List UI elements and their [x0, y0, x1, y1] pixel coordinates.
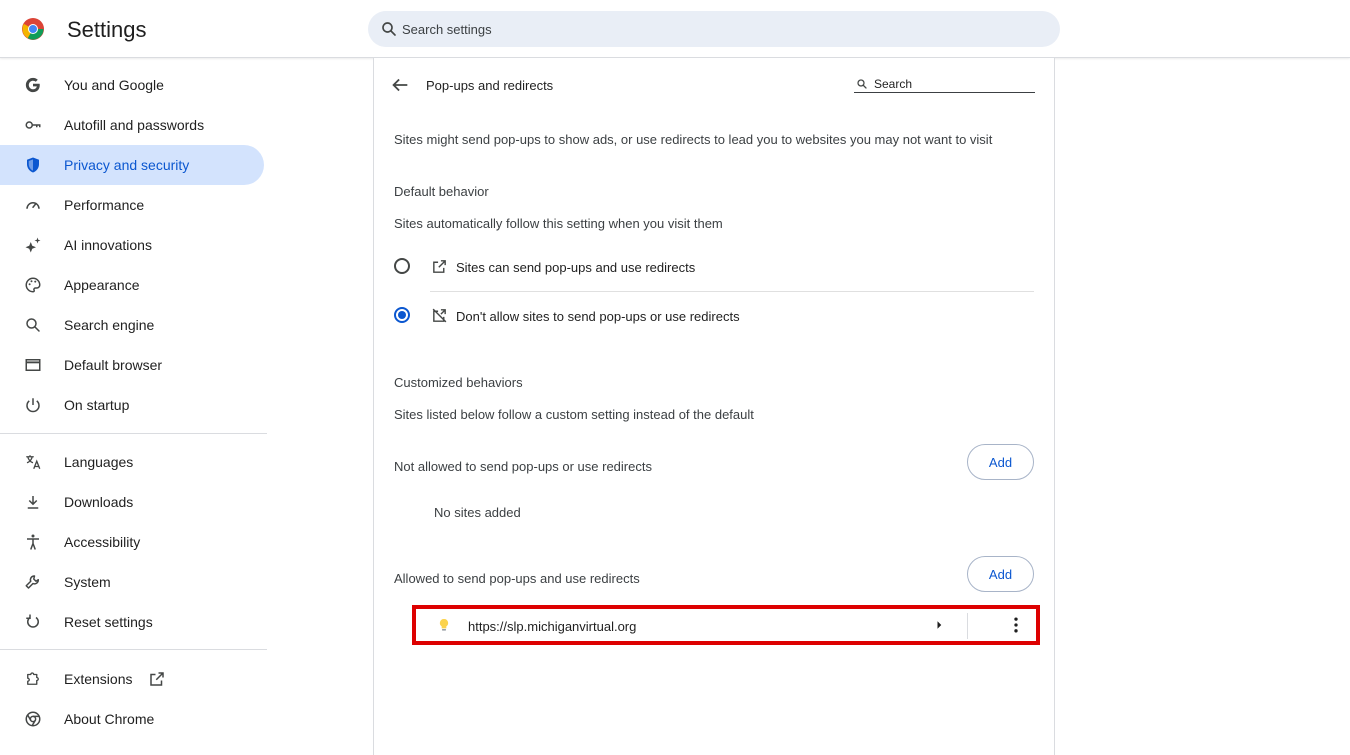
allowed-label: Allowed to send pop-ups and use redirect…: [394, 571, 640, 586]
sidebar-item-label: Languages: [64, 454, 134, 470]
no-sites-note: No sites added: [434, 505, 521, 520]
shield-icon: [27, 157, 39, 173]
sidebar-item-label: On startup: [64, 397, 130, 413]
sidebar: You and Google Autofill and passwords Pr…: [0, 58, 268, 755]
sidebar-item-label: Autofill and passwords: [64, 117, 205, 133]
radio-button[interactable]: [394, 258, 410, 274]
sidebar-item-label: Search engine: [64, 317, 155, 333]
sidebar-item-ai-innovations[interactable]: AI innovations: [0, 225, 264, 265]
sidebar-item-label: Extensions: [64, 671, 133, 687]
add-blocked-site-button[interactable]: Add: [967, 444, 1034, 480]
blocked-popup-icon: [432, 308, 447, 323]
chrome-logo-icon: [22, 18, 44, 40]
speedometer-icon: [26, 202, 40, 209]
browser-window-icon: [25, 359, 41, 371]
open-in-new-icon: [150, 672, 164, 686]
google-g-icon: [25, 77, 40, 93]
sidebar-item-on-startup[interactable]: On startup: [0, 385, 264, 425]
sidebar-item-label: Appearance: [64, 277, 140, 293]
row-separator: [430, 291, 1034, 292]
power-icon: [26, 398, 40, 413]
puzzle-icon: [27, 672, 39, 685]
allowed-site-row[interactable]: https://slp.michiganvirtual.org: [412, 605, 1040, 645]
default-behavior-heading: Default behavior: [394, 184, 489, 199]
chrome-outline-icon: [25, 711, 41, 727]
sidebar-item-label: Default browser: [64, 357, 163, 373]
radio-block-popups[interactable]: Don't allow sites to send pop-ups or use…: [394, 296, 1034, 336]
sidebar-item-label: System: [64, 574, 111, 590]
palette-icon: [25, 277, 41, 293]
sidebar-item-search-engine[interactable]: Search engine: [0, 305, 264, 345]
sidebar-item-reset-settings[interactable]: Reset settings: [0, 602, 264, 642]
customized-behaviors-heading: Customized behaviors: [394, 375, 523, 390]
sidebar-item-autofill[interactable]: Autofill and passwords: [0, 105, 264, 145]
open-in-new-icon: [433, 260, 446, 273]
sidebar-item-label: About Chrome: [64, 711, 155, 727]
sidebar-item-label: Privacy and security: [64, 157, 190, 173]
popups-settings-card: Pop-ups and redirects Sites might send p…: [373, 58, 1055, 755]
sidebar-item-label: Downloads: [64, 494, 134, 510]
sparkle-icon: [25, 237, 41, 253]
radio-button-checked[interactable]: [394, 307, 410, 323]
settings-search-input[interactable]: [402, 11, 1042, 47]
reset-icon: [26, 614, 39, 628]
default-behavior-subtext: Sites automatically follow this setting …: [394, 216, 723, 231]
back-arrow-icon[interactable]: [389, 74, 411, 96]
page-description: Sites might send pop-ups to show ads, or…: [394, 132, 993, 147]
search-icon: [26, 318, 40, 332]
sidebar-item-downloads[interactable]: Downloads: [0, 482, 264, 522]
search-icon: [857, 79, 867, 89]
sidebar-item-label: Reset settings: [64, 614, 153, 630]
sidebar-item-system[interactable]: System: [0, 562, 264, 602]
wrench-icon: [25, 575, 39, 589]
sidebar-item-extensions[interactable]: Extensions: [0, 659, 264, 699]
sidebar-item-appearance[interactable]: Appearance: [0, 265, 264, 305]
search-icon: [382, 22, 396, 36]
key-icon: [25, 121, 41, 129]
more-vert-icon[interactable]: [1006, 615, 1026, 635]
settings-search-box[interactable]: [368, 11, 1060, 47]
radio-allow-popups[interactable]: Sites can send pop-ups and use redirects: [394, 247, 1034, 287]
sidebar-divider: [0, 649, 267, 650]
sidebar-item-accessibility[interactable]: Accessibility: [0, 522, 264, 562]
subpage-search-input[interactable]: [874, 76, 1032, 91]
customized-behaviors-subtext: Sites listed below follow a custom setti…: [394, 407, 754, 422]
translate-icon: [26, 455, 41, 470]
site-url: https://slp.michiganvirtual.org: [468, 619, 637, 634]
sidebar-item-label: AI innovations: [64, 237, 152, 253]
row-vertical-separator: [967, 613, 968, 639]
accessibility-icon: [27, 534, 39, 550]
sidebar-divider: [0, 433, 267, 434]
sidebar-item-label: Accessibility: [64, 534, 141, 550]
sidebar-item-privacy-and-security[interactable]: Privacy and security: [0, 145, 264, 185]
sidebar-item-performance[interactable]: Performance: [0, 185, 264, 225]
sidebar-item-default-browser[interactable]: Default browser: [0, 345, 264, 385]
radio-label: Don't allow sites to send pop-ups or use…: [456, 309, 740, 324]
lightbulb-icon: [439, 618, 449, 631]
sidebar-item-about-chrome[interactable]: About Chrome: [0, 699, 264, 739]
app-title: Settings: [67, 17, 147, 42]
download-icon: [27, 496, 39, 509]
sidebar-item-label: Performance: [64, 197, 145, 213]
subpage-search-box[interactable]: [854, 76, 1035, 93]
header: Settings: [0, 0, 1350, 58]
sidebar-item-languages[interactable]: Languages: [0, 442, 264, 482]
sidebar-item-label: You and Google: [64, 77, 164, 93]
add-allowed-site-button[interactable]: Add: [967, 556, 1034, 592]
page-title: Pop-ups and redirects: [426, 78, 554, 93]
radio-label: Sites can send pop-ups and use redirects: [456, 260, 696, 275]
arrow-right-icon[interactable]: [930, 616, 948, 634]
not-allowed-label: Not allowed to send pop-ups or use redir…: [394, 459, 652, 474]
sidebar-item-you-and-google[interactable]: You and Google: [0, 65, 264, 105]
